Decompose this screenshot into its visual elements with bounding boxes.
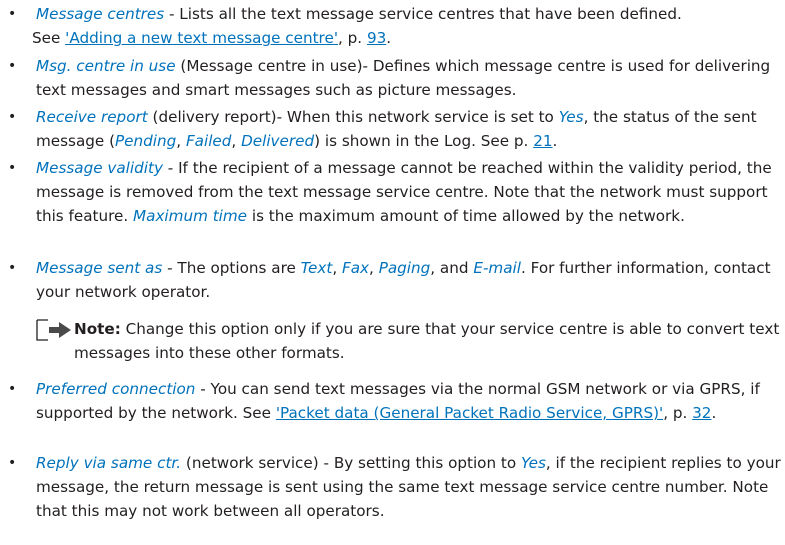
bullet: •: [8, 6, 17, 22]
item-text: - The options are: [162, 259, 301, 277]
bullet: •: [8, 58, 17, 74]
option-text: Text: [300, 259, 333, 277]
page-link-21[interactable]: 21: [533, 132, 552, 150]
item-text: ) is shown in the Log. See p.: [314, 132, 534, 151]
list-item-msg-centre-in-use: • Msg. centre in use (Message centre in …: [8, 54, 784, 102]
item-text: , and: [430, 259, 474, 277]
list-item-reply-via-same-ctr: • Reply via same ctr. (network service) …: [8, 451, 784, 524]
setting-term: Message sent as: [36, 259, 163, 277]
setting-term: Message centres: [36, 5, 165, 23]
manual-page: • Message centres - Lists all the text m…: [0, 0, 785, 545]
item-text: , p.: [338, 29, 367, 48]
item-text: (delivery report)- When this network ser…: [147, 108, 559, 126]
note-text: Change this option only if you are sure …: [74, 320, 780, 363]
setting-term: Preferred connection: [36, 380, 196, 398]
status-failed: Failed: [185, 132, 232, 151]
item-text: .: [386, 29, 392, 48]
option-yes: Yes: [558, 108, 584, 126]
item-text: ,: [332, 259, 342, 277]
list-item-message-sent-as: • Message sent as - The options are Text…: [8, 256, 784, 304]
item-text: - Lists all the text message service cen…: [164, 5, 682, 23]
item-text: (network service) - By setting this opti…: [181, 454, 521, 472]
item-text: See: [32, 29, 66, 48]
bullet: •: [8, 160, 17, 176]
bullet: •: [8, 381, 17, 397]
setting-term: Msg. centre in use: [36, 57, 176, 75]
option-yes: Yes: [521, 454, 546, 472]
bullet: •: [8, 260, 17, 276]
bullet: •: [8, 109, 17, 125]
bullet: •: [8, 455, 17, 471]
link-packet-data-gprs[interactable]: 'Packet data (General Packet Radio Servi…: [276, 404, 663, 422]
list-item-preferred-connection: • Preferred connection - You can send te…: [8, 377, 784, 425]
option-paging: Paging: [378, 259, 431, 277]
note-box: Note: Change this option only if you are…: [36, 317, 784, 365]
list-item-message-validity: • Message validity - If the recipient of…: [8, 156, 784, 229]
page-link-32[interactable]: 32: [692, 404, 711, 422]
option-fax: Fax: [342, 259, 370, 277]
item-text: is the maximum amount of time allowed by…: [247, 207, 685, 226]
note-label: Note:: [74, 320, 121, 338]
setting-term: Reply via same ctr.: [36, 454, 182, 472]
maximum-time-term: Maximum time: [133, 207, 248, 226]
setting-term: Receive report: [36, 108, 148, 126]
item-text: .: [552, 132, 558, 151]
list-item-receive-report: • Receive report (delivery report)- When…: [8, 105, 784, 153]
link-adding-text-message-centre[interactable]: 'Adding a new text message centre': [65, 29, 338, 47]
status-pending: Pending: [115, 132, 177, 151]
item-text: .: [711, 404, 717, 423]
item-text: ,: [231, 132, 242, 151]
item-text: ,: [369, 259, 379, 277]
option-email: E-mail: [473, 259, 521, 277]
item-text: , p.: [663, 404, 693, 423]
list-item-message-centres: • Message centres - Lists all the text m…: [8, 2, 784, 50]
setting-term: Message validity: [36, 159, 163, 177]
item-text: ,: [176, 132, 186, 151]
status-delivered: Delivered: [241, 132, 315, 151]
page-link-93[interactable]: 93: [367, 29, 386, 47]
note-icon: [36, 319, 71, 341]
